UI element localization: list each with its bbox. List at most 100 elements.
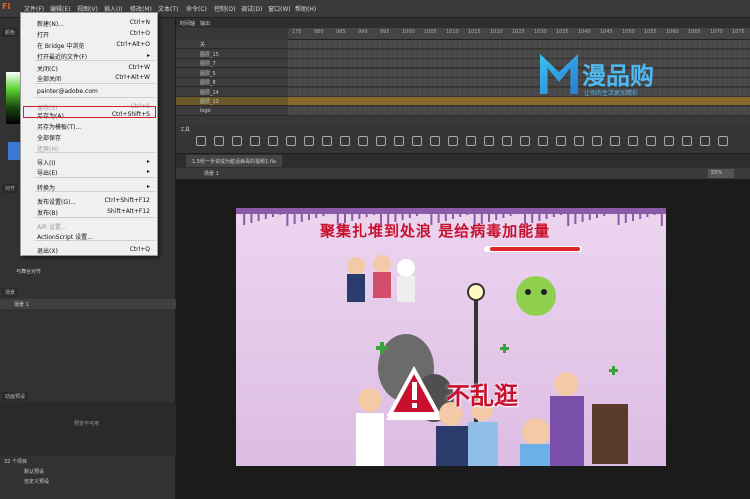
file-menu-item[interactable]: ActionScript 设置... <box>21 230 157 241</box>
stage-canvas[interactable]: 聚集扎堆到处浪 是给病毒加能量 不乱逛 <box>236 208 666 466</box>
tool-icon[interactable] <box>268 136 278 146</box>
layer-row[interactable]: logo <box>176 106 288 116</box>
layer-row[interactable]: 图层_7 <box>176 59 288 68</box>
tool-icon[interactable] <box>664 136 674 146</box>
file-menu-item[interactable]: 退出(X) Ctrl+Q <box>21 244 157 255</box>
tool-icon[interactable] <box>520 136 530 146</box>
scene-bar: 场景 1 55% <box>176 168 750 179</box>
tool-icon[interactable] <box>484 136 494 146</box>
tool-icon[interactable] <box>682 136 692 146</box>
tab-motion-presets[interactable]: 动画预设 <box>2 392 29 401</box>
document-tab-bar: 1.5秒一手资成为脏话病毒的视频1.fla <box>176 154 750 168</box>
ruler-tick: 1025 <box>512 29 525 35</box>
file-menu-item[interactable]: 转换为 ▸ <box>21 181 157 192</box>
file-menu-item[interactable]: 打开最近的文件(F) ▸ <box>21 50 157 61</box>
watermark-logo-icon <box>540 54 578 94</box>
tab-align[interactable]: 对齐 <box>2 184 19 193</box>
color-gradient[interactable] <box>6 72 20 124</box>
preset-folder-default[interactable]: 默认预设 <box>24 468 44 475</box>
tool-icon[interactable] <box>430 136 440 146</box>
zoom-select[interactable]: 55% <box>708 169 734 178</box>
ruler-tick: 980 <box>314 29 324 35</box>
menu-help[interactable]: 帮助(H) <box>295 4 316 13</box>
tool-icon[interactable] <box>358 136 368 146</box>
preset-count: 32 个项目 <box>4 459 27 465</box>
menu-control[interactable]: 控制(O) <box>214 4 235 13</box>
tool-icon[interactable] <box>574 136 584 146</box>
menu-item-label: 全部关闭 <box>37 76 62 83</box>
menu-item-label: 另存为模板(T)... <box>37 124 82 131</box>
tool-icon[interactable] <box>214 136 224 146</box>
scene-item[interactable]: 场景 1 <box>0 299 176 309</box>
file-menu-item[interactable]: 还原(H) <box>21 142 157 153</box>
document-tab[interactable]: 1.5秒一手资成为脏话病毒的视频1.fla <box>186 155 282 167</box>
tool-icon[interactable] <box>340 136 350 146</box>
layer-row[interactable]: 图层_8 <box>176 78 288 87</box>
layer-row[interactable]: 图层_5 <box>176 68 288 78</box>
tool-icon[interactable] <box>556 136 566 146</box>
submenu-arrow-icon: ▸ <box>146 158 150 165</box>
tool-icon[interactable] <box>700 136 710 146</box>
tab-color[interactable]: 颜色 <box>2 28 19 37</box>
menu-window[interactable]: 窗口(W) <box>268 4 291 13</box>
layer-name: 图层_5 <box>200 70 216 77</box>
tab-scene[interactable]: 场景 <box>2 288 19 297</box>
file-menu-item[interactable]: 发布(B) Shift+Alt+F12 <box>21 206 157 217</box>
menu-debug[interactable]: 调试(D) <box>241 4 262 13</box>
frame-ruler[interactable]: 175 980 985 990 995 1000 1005 1010 1015 1020 1025 1… <box>288 28 750 40</box>
tool-icon[interactable] <box>232 136 242 146</box>
tool-icon[interactable] <box>304 136 314 146</box>
tool-icon[interactable] <box>646 136 656 146</box>
file-menu-item[interactable]: 导出(E) ▸ <box>21 166 157 177</box>
layer-row[interactable]: 图层_14 <box>176 87 288 97</box>
tool-icon[interactable] <box>448 136 458 146</box>
file-menu-item[interactable]: painter@adobe.com <box>21 86 157 97</box>
menu-item-label: 还原(H) <box>37 146 59 153</box>
file-menu-item[interactable]: 在 Bridge 中浏览 Ctrl+Alt+O <box>21 39 157 50</box>
tool-icon[interactable] <box>412 136 422 146</box>
menu-item-label: 打开最近的文件(F) <box>37 54 88 61</box>
stage-sign-text: 不乱逛 <box>446 382 518 410</box>
tool-icon[interactable] <box>196 136 206 146</box>
menu-item-label: 新建(N)... <box>37 21 64 28</box>
tool-icon[interactable] <box>286 136 296 146</box>
ruler-tick: 1070 <box>710 29 723 35</box>
layer-row[interactable]: 关 <box>176 40 288 49</box>
layer-row[interactable]: 图层_15 <box>176 49 288 59</box>
tool-icon[interactable] <box>502 136 512 146</box>
menu-item-shortcut: Ctrl+Alt+W <box>115 74 150 81</box>
file-menu-item[interactable]: 新建(N)... Ctrl+N <box>21 17 157 28</box>
ruler-tick: 1050 <box>622 29 635 35</box>
tool-icon[interactable] <box>376 136 386 146</box>
layer-frames[interactable] <box>288 40 750 49</box>
tool-icon[interactable] <box>322 136 332 146</box>
tool-icon[interactable] <box>250 136 260 146</box>
ruler-tick: 1065 <box>688 29 701 35</box>
menu-commands[interactable]: 命令(C) <box>186 4 207 13</box>
menu-item-label: 发布(B) <box>37 210 58 217</box>
layer-row[interactable]: 图层_12 <box>176 97 288 106</box>
menu-item-label: 导出(E) <box>37 170 58 177</box>
tool-icon[interactable] <box>466 136 476 146</box>
tool-icon[interactable] <box>592 136 602 146</box>
menu-text[interactable]: 文本(T) <box>158 4 178 13</box>
tool-icon[interactable] <box>628 136 638 146</box>
tool-icon[interactable] <box>538 136 548 146</box>
ruler-tick: 1035 <box>556 29 569 35</box>
file-menu-item[interactable]: 另存为模板(T)... <box>21 120 157 131</box>
menu-separator <box>35 83 155 84</box>
ruler-tick: 1030 <box>534 29 547 35</box>
file-menu-item[interactable]: 全部保存 <box>21 131 157 142</box>
tab-timeline[interactable]: 时间轴 <box>180 20 195 27</box>
color-swatch[interactable] <box>8 142 20 160</box>
file-menu-item[interactable]: 全部关闭 Ctrl+Alt+W <box>21 72 157 83</box>
tab-output[interactable]: 输出 <box>200 20 210 27</box>
file-menu-item[interactable]: 发布设置(G)... Ctrl+Shift+F12 <box>21 195 157 206</box>
preset-folder-custom[interactable]: 自定义预设 <box>24 478 49 485</box>
layer-name: 图层_8 <box>200 80 216 86</box>
tool-icon[interactable] <box>610 136 620 146</box>
file-menu-item[interactable]: 打开 Ctrl+O <box>21 28 157 39</box>
tool-icon[interactable] <box>718 136 728 146</box>
tool-icon[interactable] <box>394 136 404 146</box>
layer-frames[interactable] <box>288 106 750 116</box>
